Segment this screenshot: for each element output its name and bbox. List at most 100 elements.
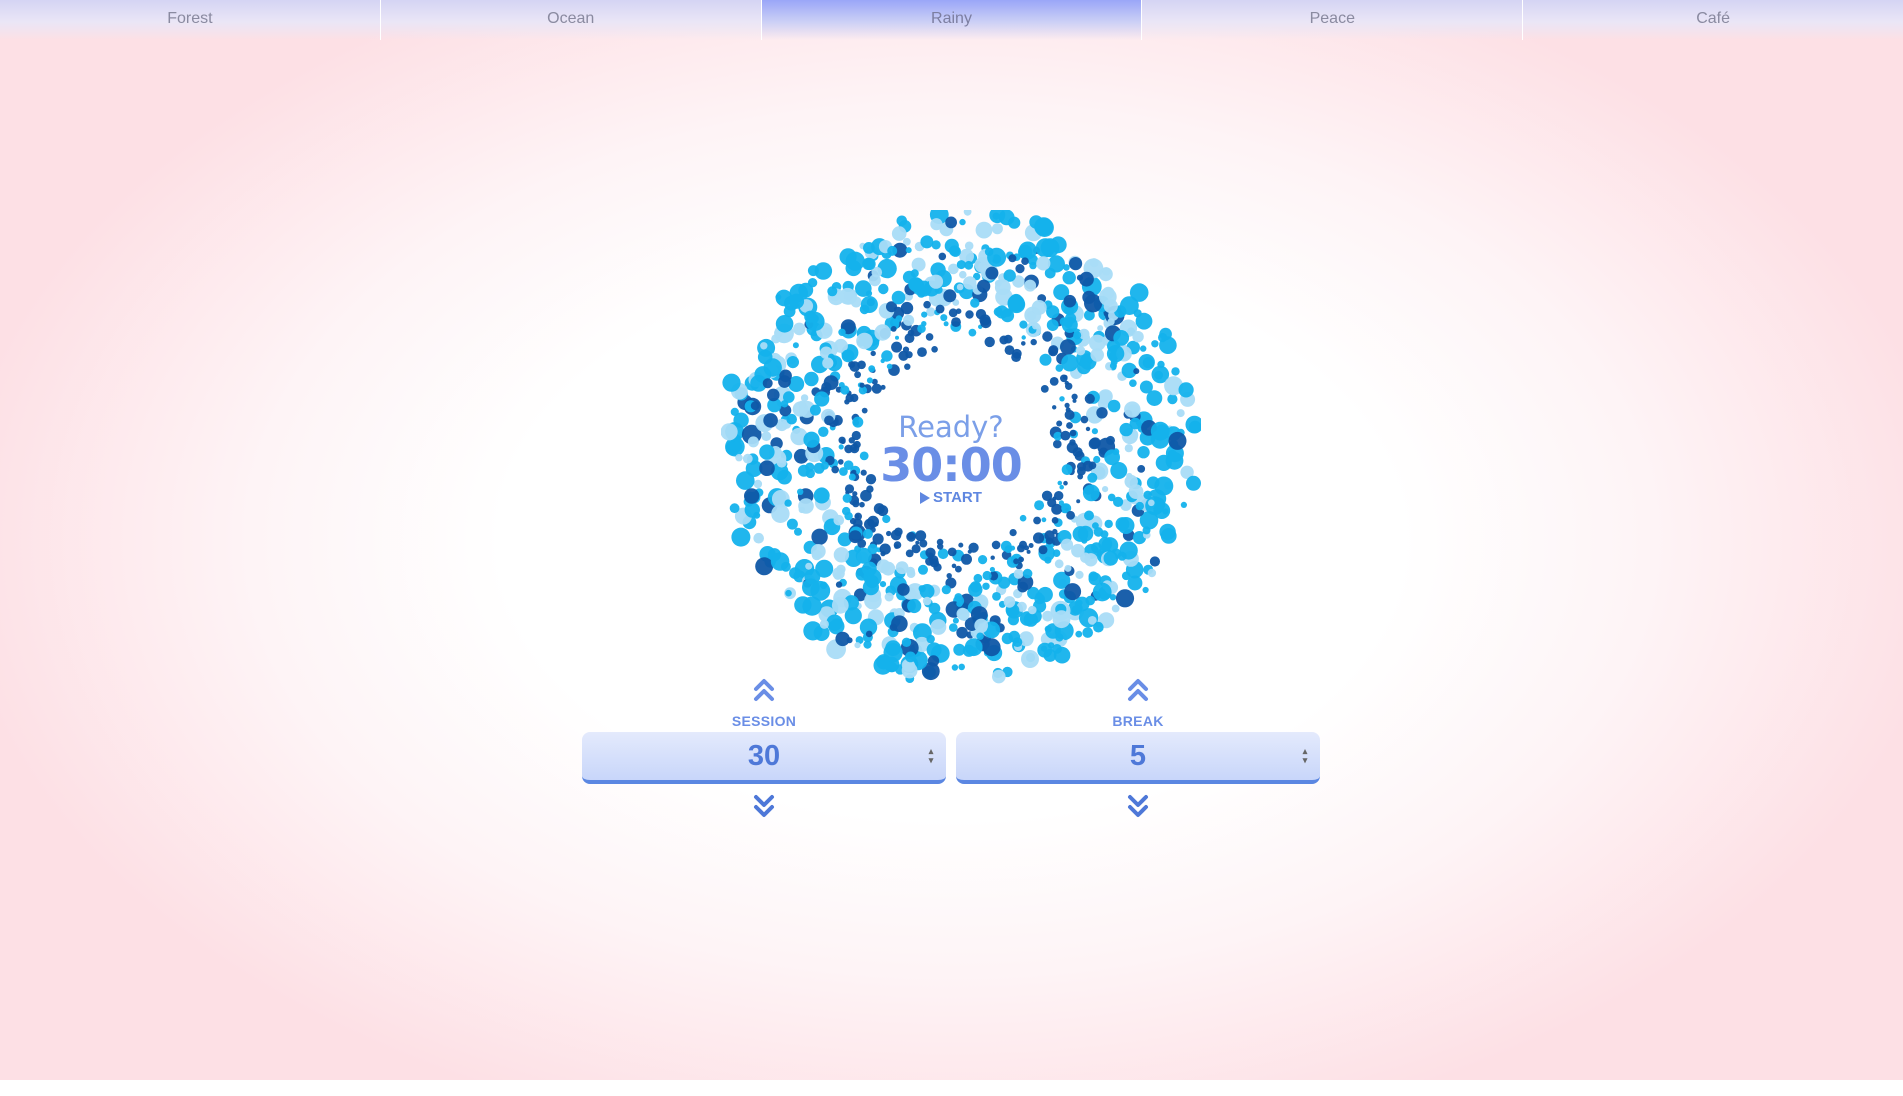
ring-dot — [881, 561, 896, 576]
ring-dot — [1137, 446, 1150, 459]
ring-dot — [1142, 586, 1149, 594]
ring-dot — [838, 444, 844, 450]
ring-dot — [1048, 345, 1059, 355]
ring-dot — [1051, 503, 1063, 515]
tab-peace[interactable]: Peace — [1142, 0, 1524, 40]
ring-dot — [776, 457, 787, 468]
ring-dot — [813, 487, 830, 504]
ring-dot — [1104, 519, 1113, 529]
ring-dot — [785, 589, 792, 597]
chevron-double-up-icon — [1128, 679, 1148, 701]
ring-dot — [957, 608, 970, 621]
ring-dot — [890, 326, 897, 332]
ring-dot — [895, 335, 899, 340]
ring-dot — [946, 573, 952, 579]
ring-dot — [833, 514, 845, 526]
ring-dot — [762, 378, 773, 389]
timer-display: 30:00 — [880, 438, 1022, 492]
ring-dot — [854, 371, 861, 379]
ring-dot — [968, 328, 977, 337]
ring-dot — [809, 404, 821, 416]
ring-dot — [1135, 312, 1153, 330]
ring-dot — [1054, 559, 1064, 569]
ring-dot — [958, 542, 964, 548]
ring-dot — [779, 369, 792, 383]
ring-dot — [893, 541, 902, 549]
ring-dot — [1059, 484, 1064, 490]
ring-dot — [1021, 341, 1026, 346]
ring-dot — [959, 270, 967, 279]
ring-dot — [905, 247, 912, 254]
ring-dot — [1018, 556, 1024, 563]
ring-dot — [840, 385, 850, 395]
ring-dot — [1053, 439, 1062, 449]
ring-dot — [905, 651, 916, 663]
tab-rainy[interactable]: Rainy — [761, 0, 1143, 40]
ring-dot — [907, 598, 922, 614]
ring-dot — [1167, 394, 1178, 405]
ring-dot — [1019, 514, 1027, 522]
ring-dot — [882, 514, 891, 524]
ring-dot — [1032, 323, 1039, 330]
ring-dot — [938, 252, 947, 261]
ring-dot — [1143, 490, 1152, 500]
ring-dot — [1057, 480, 1063, 486]
session-decrease-button[interactable] — [749, 792, 779, 820]
ring-dot — [820, 461, 829, 470]
ring-dot — [1055, 633, 1064, 642]
ring-dot — [866, 377, 873, 384]
ring-dot — [897, 583, 910, 596]
session-spinner[interactable]: ▴ ▾ — [926, 747, 936, 765]
ring-dot — [926, 642, 942, 658]
ring-dot — [1142, 526, 1151, 535]
ring-dot — [744, 502, 760, 518]
ring-dot — [883, 643, 903, 663]
ring-dot — [722, 373, 741, 392]
ring-dot — [1120, 296, 1139, 315]
ring-dot — [735, 454, 743, 462]
ring-dot — [1066, 422, 1073, 429]
ring-dot — [1107, 318, 1115, 326]
tab-forest[interactable]: Forest — [0, 0, 381, 40]
ring-dot — [921, 311, 928, 318]
ring-dot — [1102, 486, 1109, 493]
ring-dot — [733, 412, 749, 428]
ring-dot — [1064, 402, 1070, 408]
ring-dot — [1063, 374, 1068, 380]
break-spinner[interactable]: ▴ ▾ — [1300, 747, 1310, 765]
ring-dot — [792, 342, 799, 349]
tab-ocean[interactable]: Ocean — [380, 0, 762, 40]
break-input[interactable]: 5 ▴ ▾ — [956, 732, 1320, 784]
ring-dot — [1079, 271, 1094, 287]
ring-dot — [1064, 583, 1082, 601]
ring-dot — [1059, 396, 1065, 402]
break-increase-button[interactable] — [1123, 676, 1153, 704]
ring-dot — [878, 283, 889, 295]
ring-dot — [841, 349, 855, 363]
ring-dot — [1061, 316, 1078, 333]
ring-dot — [1028, 605, 1037, 615]
tab-cafe[interactable]: Café — [1523, 0, 1903, 40]
ring-dot — [1052, 405, 1057, 410]
ring-dot — [921, 321, 927, 327]
ring-dot — [1129, 379, 1137, 387]
ring-dot — [789, 567, 801, 579]
session-input[interactable]: 30 ▴ ▾ — [582, 732, 946, 784]
ring-dot — [767, 388, 780, 402]
ring-dot — [895, 315, 903, 322]
ring-dot — [1121, 571, 1131, 581]
ring-dot — [835, 631, 850, 647]
ring-dot — [1129, 417, 1142, 430]
ring-dot — [943, 321, 949, 327]
ring-dot — [1178, 382, 1194, 398]
ring-dot — [1107, 399, 1121, 413]
ring-dot — [819, 619, 829, 629]
session-increase-button[interactable] — [749, 676, 779, 704]
ring-dot — [880, 384, 886, 390]
start-button[interactable]: START — [901, 489, 1001, 506]
ring-dot — [1158, 332, 1168, 343]
ring-dot — [1046, 305, 1060, 319]
break-decrease-button[interactable] — [1123, 792, 1153, 820]
ring-dot — [1106, 345, 1125, 363]
ring-dot — [1150, 421, 1170, 441]
